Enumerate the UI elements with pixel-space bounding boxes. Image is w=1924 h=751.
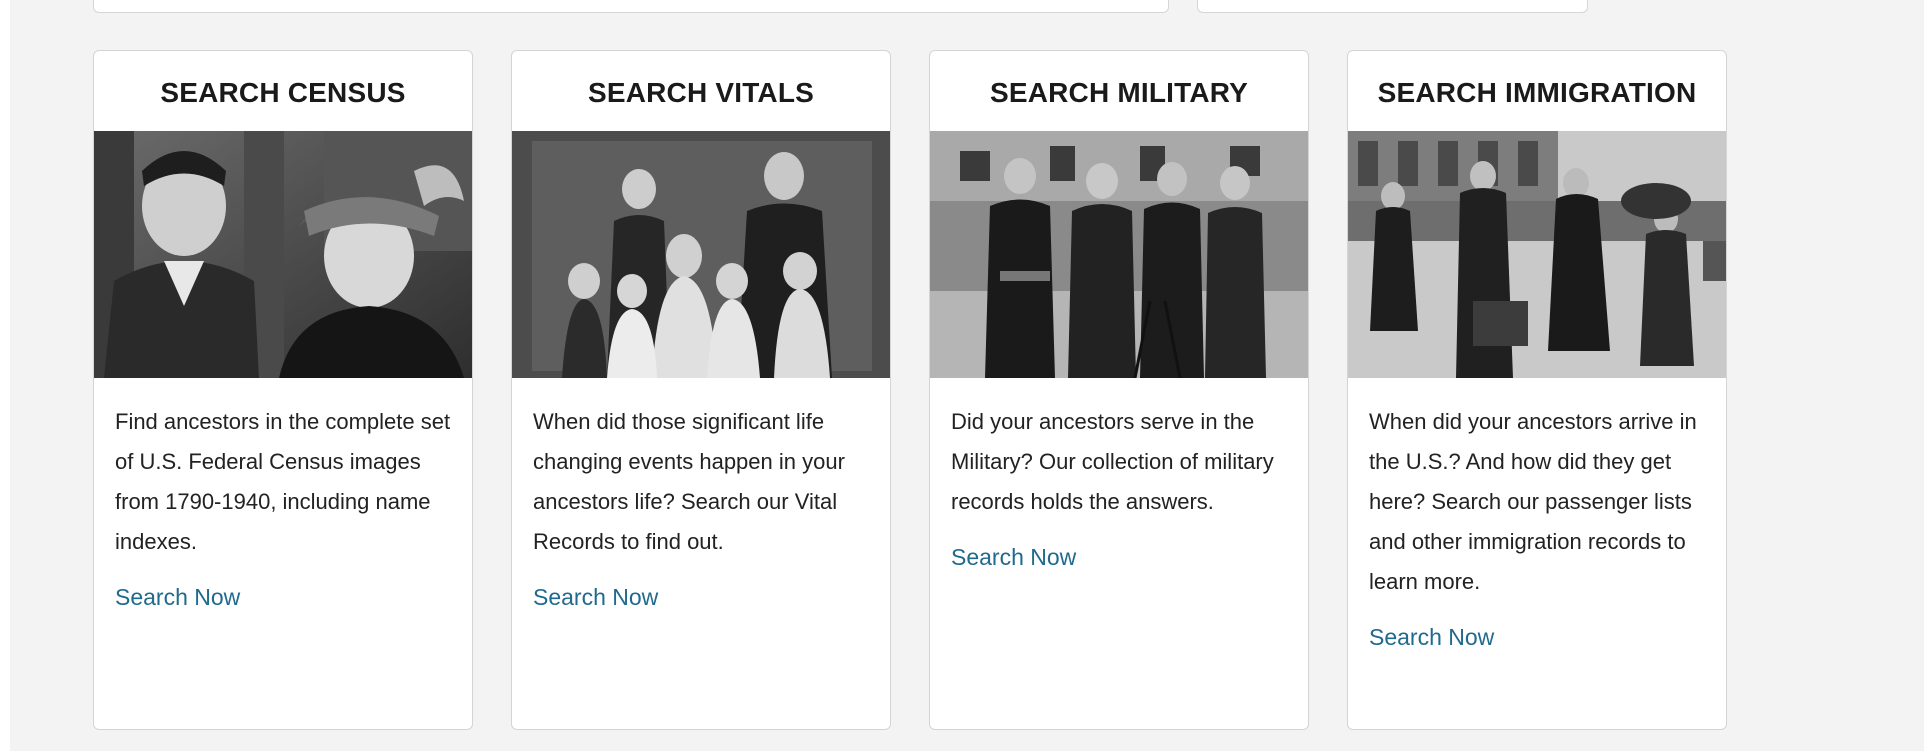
census-card-title: SEARCH CENSUS <box>160 77 406 108</box>
immigration-photo <box>1348 131 1726 378</box>
military-search-now-link[interactable]: Search Now <box>951 544 1076 571</box>
military-card-title: SEARCH MILITARY <box>989 77 1249 108</box>
vitals-photo <box>512 131 890 378</box>
content-panel: SEARCH CENSUS Find ancestors in the comp… <box>10 0 1924 751</box>
previous-section-card-left <box>93 0 1169 13</box>
previous-section-card-right <box>1197 0 1588 13</box>
vitals-card-title: SEARCH VITALS <box>587 77 815 108</box>
immigration-card: SEARCH IMMIGRATION When did your ancesto… <box>1347 50 1727 730</box>
military-card-description: Did your ancestors serve in the Military… <box>951 409 1274 514</box>
vitals-card: SEARCH VITALS When did those significant… <box>511 50 891 730</box>
immigration-search-now-link[interactable]: Search Now <box>1369 624 1494 651</box>
vitals-card-description: When did those significant life changing… <box>533 409 845 554</box>
military-card: SEARCH MILITARY Did your ancestors serve… <box>929 50 1309 730</box>
census-card-description: Find ancestors in the complete set of U.… <box>115 409 451 554</box>
vitals-search-now-link[interactable]: Search Now <box>533 584 658 611</box>
census-search-now-link[interactable]: Search Now <box>115 584 240 611</box>
census-card: SEARCH CENSUS Find ancestors in the comp… <box>93 50 473 730</box>
immigration-card-title: SEARCH IMMIGRATION <box>1377 77 1697 108</box>
military-photo <box>930 131 1308 378</box>
census-photo <box>94 131 472 378</box>
page: SEARCH CENSUS Find ancestors in the comp… <box>0 0 1924 751</box>
immigration-card-description: When did your ancestors arrive in the U.… <box>1369 409 1697 594</box>
